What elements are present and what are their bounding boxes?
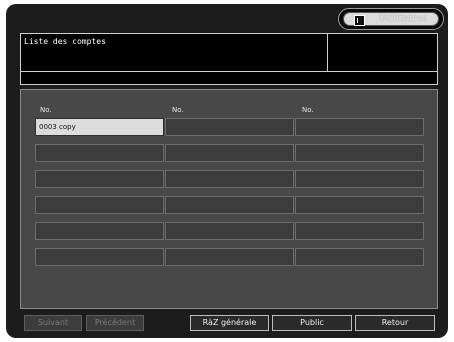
account-cell[interactable]: 0003 copy bbox=[35, 118, 164, 136]
account-cell[interactable] bbox=[165, 170, 294, 188]
utilities-tab[interactable]: Utilitaires bbox=[338, 8, 444, 30]
utility-icon bbox=[354, 15, 365, 26]
account-cell[interactable] bbox=[295, 196, 424, 214]
account-cell[interactable] bbox=[295, 248, 424, 266]
column-header-2: No. bbox=[172, 106, 184, 114]
account-cell[interactable] bbox=[35, 196, 164, 214]
account-cell[interactable] bbox=[35, 170, 164, 188]
account-cell[interactable] bbox=[165, 118, 294, 136]
column-header-1: No. bbox=[40, 106, 52, 114]
account-cell[interactable] bbox=[35, 248, 164, 266]
account-cell[interactable] bbox=[295, 144, 424, 162]
column-header-3: No. bbox=[302, 106, 314, 114]
next-page-button[interactable]: Suivant bbox=[24, 315, 82, 331]
utilities-tab-label: Utilitaires bbox=[378, 14, 428, 24]
account-list-panel: No. No. No. 0003 copy bbox=[20, 89, 438, 309]
previous-page-button[interactable]: Précédent bbox=[86, 315, 144, 331]
message-bar bbox=[20, 71, 438, 85]
account-cell[interactable] bbox=[165, 248, 294, 266]
header-divider bbox=[327, 34, 328, 71]
utilities-tab-face[interactable]: Utilitaires bbox=[343, 12, 439, 26]
public-button[interactable]: Public bbox=[272, 315, 352, 331]
account-cell[interactable] bbox=[295, 170, 424, 188]
account-cell[interactable] bbox=[165, 196, 294, 214]
account-cell[interactable] bbox=[35, 222, 164, 240]
account-cell[interactable] bbox=[295, 222, 424, 240]
account-cell[interactable] bbox=[35, 144, 164, 162]
account-cell[interactable] bbox=[165, 144, 294, 162]
title-bar: Liste des comptes bbox=[20, 33, 438, 72]
page-title: Liste des comptes bbox=[24, 37, 106, 46]
account-cell[interactable] bbox=[295, 118, 424, 136]
reset-all-button[interactable]: RàZ générale bbox=[190, 315, 269, 331]
back-button[interactable]: Retour bbox=[355, 315, 435, 331]
account-cell[interactable] bbox=[165, 222, 294, 240]
